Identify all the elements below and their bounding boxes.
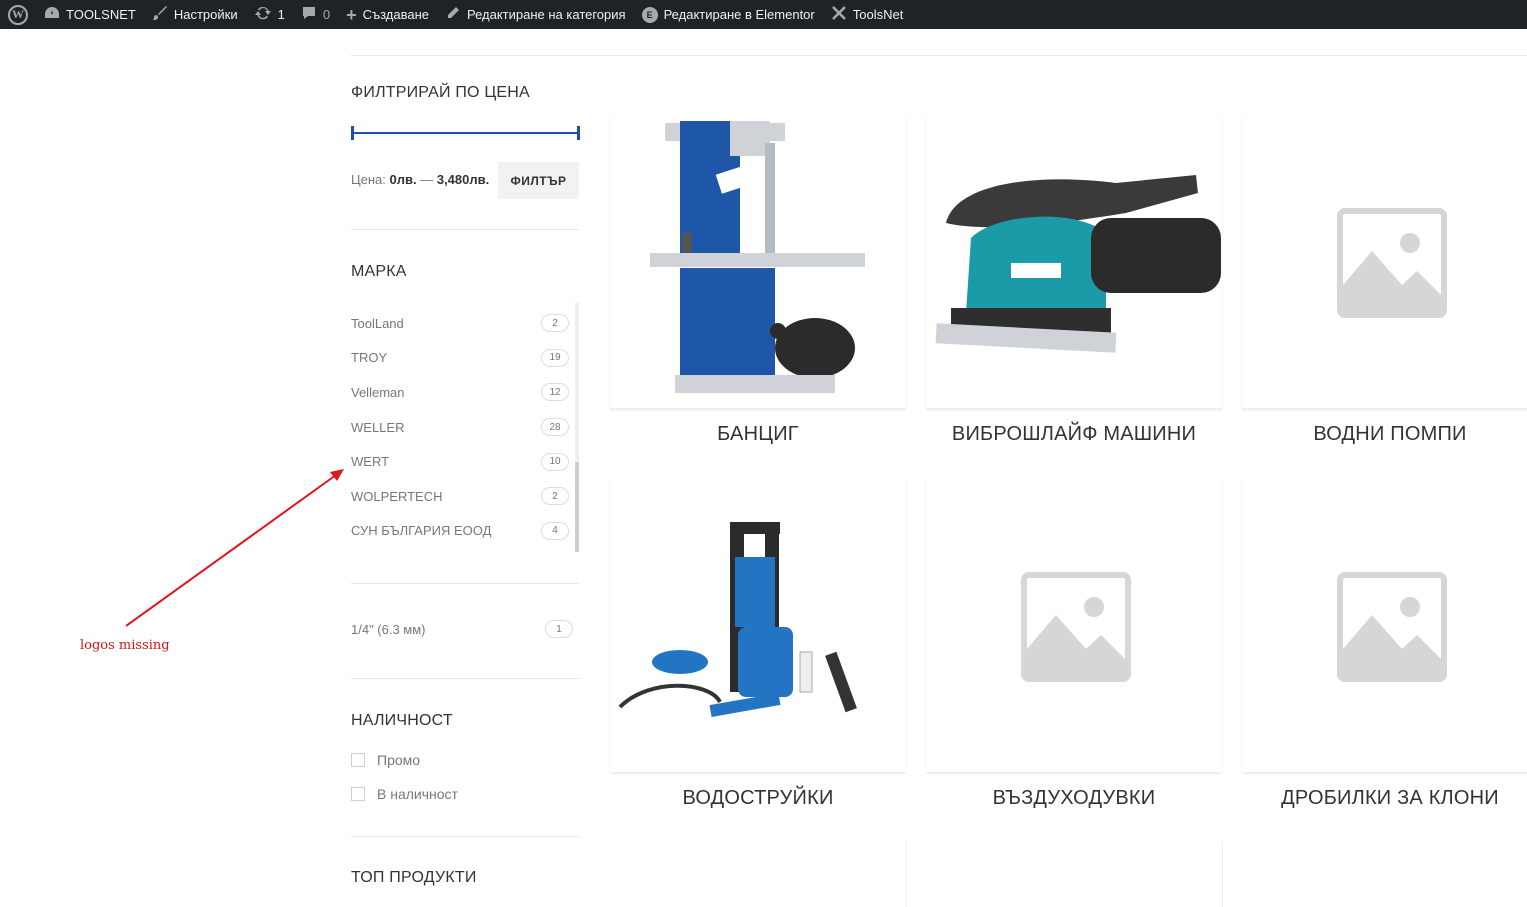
placeholder-image — [1021, 572, 1131, 682]
product-image[interactable] — [926, 477, 1222, 773]
top-products-title: ТОП ПРОДУКТИ — [351, 869, 477, 886]
product-image[interactable] — [1242, 477, 1527, 773]
bandsaw-image — [650, 121, 865, 393]
availability-title: НАЛИЧНОСТ — [351, 712, 453, 729]
content-top-divider — [351, 55, 1527, 56]
product-image[interactable] — [926, 113, 1222, 409]
product-card[interactable]: ДРОБИЛКИ ЗА КЛОНИ — [1242, 477, 1527, 810]
product-card-partial — [1222, 841, 1518, 907]
product-title[interactable]: ВОДНИ ПОМПИ — [1242, 423, 1527, 446]
toolsnet-label: ToolsNet — [852, 7, 904, 22]
annotation-text: logos missing — [80, 638, 170, 653]
product-card-partial — [906, 841, 1202, 907]
pencil-icon — [445, 5, 461, 24]
brand-count-badge: 28 — [541, 418, 569, 437]
product-card[interactable]: БАНЦИГ — [610, 113, 906, 446]
edit-category-label: Редактиране на категория — [466, 7, 626, 22]
brand-count-badge: 2 — [541, 487, 569, 506]
product-image[interactable] — [610, 113, 906, 409]
brand-count-badge: 19 — [541, 348, 569, 367]
elementor-icon: E — [641, 6, 658, 23]
edit-elementor-label: Редактиране в Elementor — [663, 7, 815, 22]
toolsnet-menu[interactable]: ToolsNet — [823, 0, 912, 29]
in-stock-label: В наличност — [377, 786, 458, 802]
product-image[interactable] — [610, 477, 906, 773]
brand-count-badge: 2 — [541, 314, 569, 333]
product-title[interactable]: ВОДОСТРУЙКИ — [610, 787, 906, 810]
size-count-badge: 1 — [545, 620, 573, 638]
in-stock-option[interactable]: В наличност — [351, 786, 458, 802]
scrollbar-thumb[interactable] — [575, 462, 579, 552]
placeholder-image — [1337, 572, 1447, 682]
brand-count-badge: 4 — [541, 521, 569, 540]
in-stock-checkbox[interactable] — [351, 787, 365, 801]
brand-list-scrollbar[interactable] — [575, 302, 579, 552]
product-card[interactable]: ВИБРОШЛАЙФ МАШИНИ — [926, 113, 1222, 446]
brand-count-badge: 10 — [541, 452, 569, 471]
product-card[interactable]: ВОДОСТРУЙКИ — [610, 477, 906, 810]
pressure-washer-image — [618, 522, 857, 717]
product-card[interactable]: ВОДНИ ПОМПИ — [1242, 113, 1527, 446]
product-title[interactable]: ДРОБИЛКИ ЗА КЛОНИ — [1242, 787, 1527, 810]
promo-option[interactable]: Промо — [351, 752, 420, 768]
annotation-arrow — [125, 469, 344, 627]
promo-checkbox[interactable] — [351, 753, 365, 767]
product-title[interactable]: ВЪЗДУХОДУВКИ — [926, 787, 1222, 810]
slider-max-handle[interactable] — [577, 126, 580, 140]
product-title[interactable]: БАНЦИГ — [610, 423, 906, 446]
edit-category-menu[interactable]: Редактиране на категория — [437, 0, 634, 29]
price-filter-button[interactable]: ФИЛТЪР — [498, 162, 579, 199]
price-max: 3,480лв. — [436, 172, 490, 187]
placeholder-image — [1337, 208, 1447, 318]
price-separator: — — [420, 172, 434, 187]
promo-label: Промо — [377, 752, 421, 768]
product-title[interactable]: ВИБРОШЛАЙФ МАШИНИ — [926, 423, 1222, 446]
product-image[interactable] — [1242, 113, 1527, 409]
edit-elementor-menu[interactable]: E Редактиране в Elementor — [634, 0, 823, 29]
widget-divider — [351, 678, 579, 679]
cross-tools-icon — [831, 5, 847, 24]
brand-count-badge: 12 — [541, 383, 569, 402]
product-card[interactable]: ВЪЗДУХОДУВКИ — [926, 477, 1222, 810]
widget-divider — [351, 836, 579, 837]
orbital-sander-image — [935, 175, 1221, 353]
